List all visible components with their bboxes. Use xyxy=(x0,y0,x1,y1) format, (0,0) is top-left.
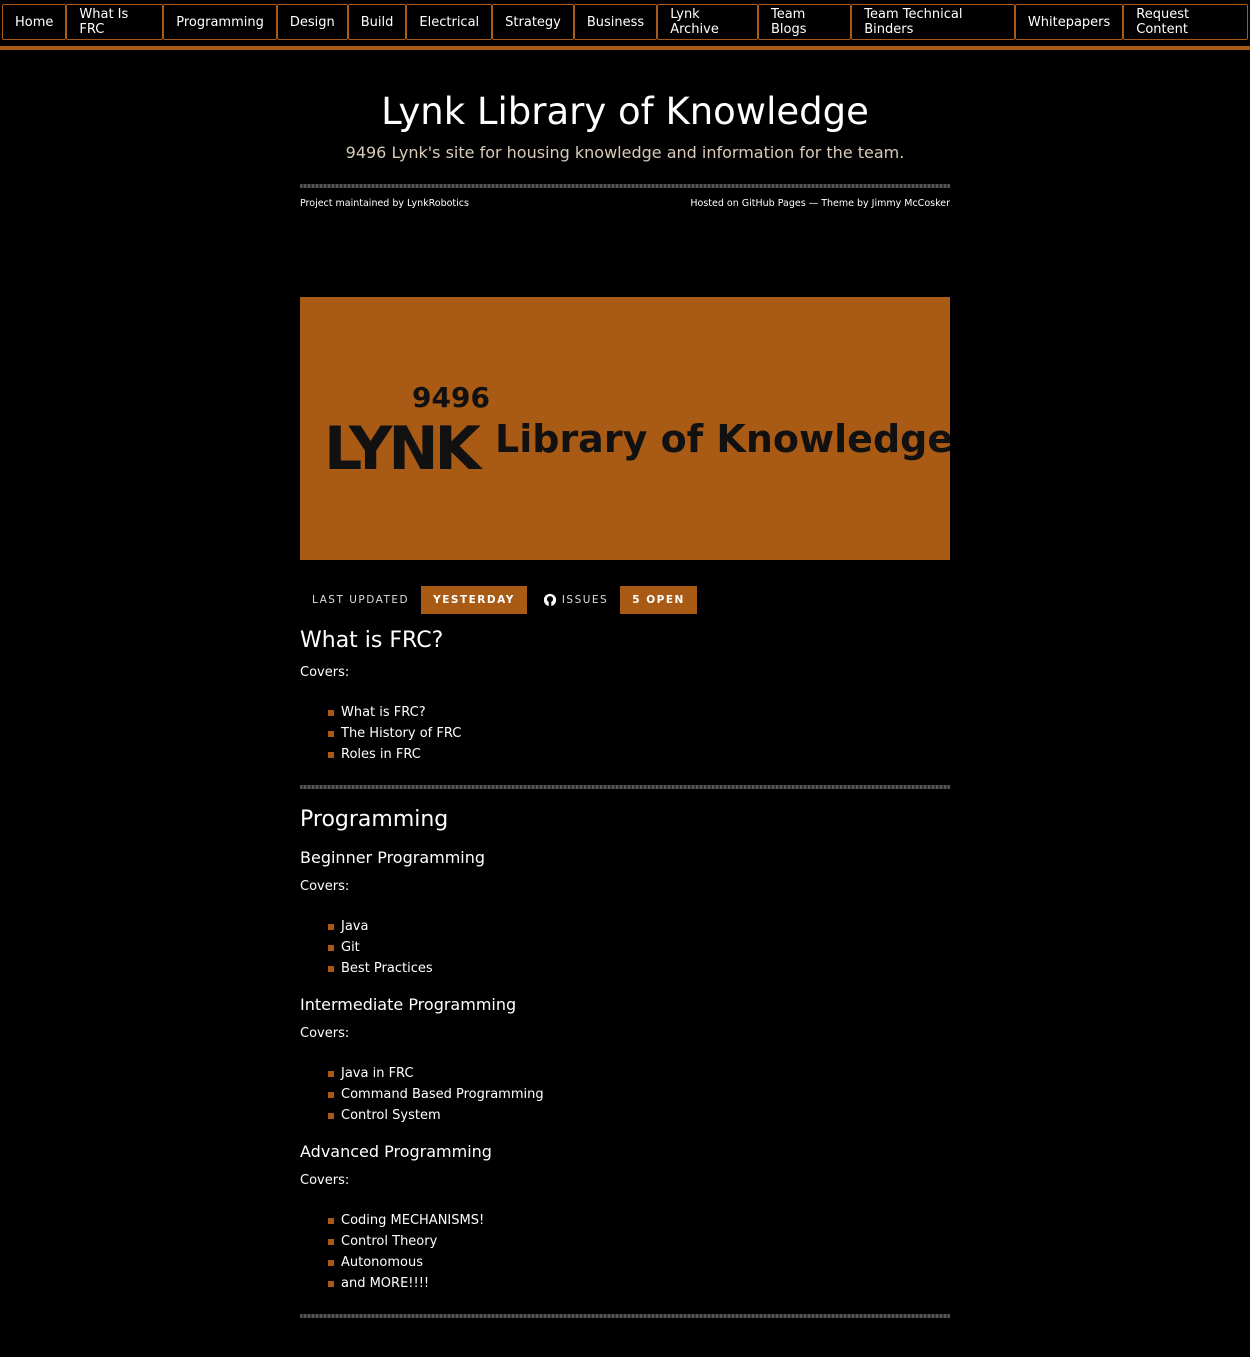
last-updated-label: LAST UPDATED xyxy=(312,594,410,606)
nav-business[interactable]: Business xyxy=(573,4,658,40)
covers-label: Covers: xyxy=(300,665,350,680)
nav-whitepapers[interactable]: Whitepapers xyxy=(1014,4,1124,40)
subsection-advanced: Advanced Programming xyxy=(300,1142,492,1161)
nav-programming[interactable]: Programming xyxy=(163,4,277,40)
section-title-programming: Programming xyxy=(300,807,449,832)
page-title: Lynk Library of Knowledge xyxy=(381,90,869,133)
nav-lynk-archive[interactable]: Lynk Archive xyxy=(657,4,758,40)
divider xyxy=(300,785,950,789)
main-content: Lynk Library of Knowledge 9496 Lynk's si… xyxy=(300,90,953,1318)
list-item: Control System xyxy=(328,1105,950,1126)
maintained-by[interactable]: Project maintained by LynkRobotics xyxy=(300,198,469,209)
nav-team-technical-binders[interactable]: Team Technical Binders xyxy=(851,4,1015,40)
list-item: Roles in FRC xyxy=(328,744,950,765)
banner-brand: LYNK xyxy=(324,414,484,484)
hosted-on[interactable]: Hosted on GitHub Pages — Theme by Jimmy … xyxy=(690,198,950,209)
nav-request-content[interactable]: Request Content xyxy=(1123,4,1248,40)
covers-label: Covers: xyxy=(300,1026,350,1041)
page-subtitle: 9496 Lynk's site for housing knowledge a… xyxy=(345,143,905,162)
intermediate-list: Java in FRC Command Based Programming Co… xyxy=(300,1063,950,1126)
advanced-list: Coding MECHANISMS! Control Theory Autono… xyxy=(300,1210,950,1294)
list-item: Java xyxy=(328,916,950,937)
status-badges: LAST UPDATED YESTERDAY ISSUES 5 OPEN xyxy=(300,586,950,614)
covers-label: Covers: xyxy=(300,879,350,894)
list-item: Control Theory xyxy=(328,1231,950,1252)
last-updated-badge: YESTERDAY xyxy=(421,586,527,614)
issues-link[interactable]: ISSUES xyxy=(527,593,620,607)
divider xyxy=(300,1314,950,1318)
divider xyxy=(300,184,950,188)
list-item: Git xyxy=(328,937,950,958)
nav-build[interactable]: Build xyxy=(347,4,407,40)
covers-label: Covers: xyxy=(300,1173,350,1188)
subsection-intermediate: Intermediate Programming xyxy=(300,995,517,1014)
list-item: Best Practices xyxy=(328,958,950,979)
list-item: Command Based Programming xyxy=(328,1084,950,1105)
list-item: The History of FRC xyxy=(328,723,950,744)
nav-electrical[interactable]: Electrical xyxy=(406,4,493,40)
beginner-list: Java Git Best Practices xyxy=(300,916,950,979)
subsection-beginner: Beginner Programming xyxy=(300,848,486,867)
list-item: and MORE!!!! xyxy=(328,1273,950,1294)
list-item: Java in FRC xyxy=(328,1063,950,1084)
nav-home[interactable]: Home xyxy=(2,4,67,40)
section-title-frc: What is FRC? xyxy=(300,628,444,653)
list-item: Autonomous xyxy=(328,1252,950,1273)
top-nav: Home What Is FRC Programming Design Buil… xyxy=(0,0,1250,50)
nav-design[interactable]: Design xyxy=(276,4,348,40)
issues-badge[interactable]: 5 OPEN xyxy=(620,586,697,614)
nav-team-blogs[interactable]: Team Blogs xyxy=(757,4,852,40)
banner-text: Library of Knowledge xyxy=(495,417,950,461)
nav-what-is-frc[interactable]: What Is FRC xyxy=(66,4,164,40)
banner-number: 9496 xyxy=(412,381,490,414)
issues-label: ISSUES xyxy=(561,594,609,606)
list-item: What is FRC? xyxy=(328,702,950,723)
banner-image: 9496 LYNK Library of Knowledge xyxy=(300,297,953,560)
nav-strategy[interactable]: Strategy xyxy=(492,4,574,40)
list-item: Coding MECHANISMS! xyxy=(328,1210,950,1231)
github-icon xyxy=(543,593,556,607)
frc-list: What is FRC? The History of FRC Roles in… xyxy=(300,702,950,765)
